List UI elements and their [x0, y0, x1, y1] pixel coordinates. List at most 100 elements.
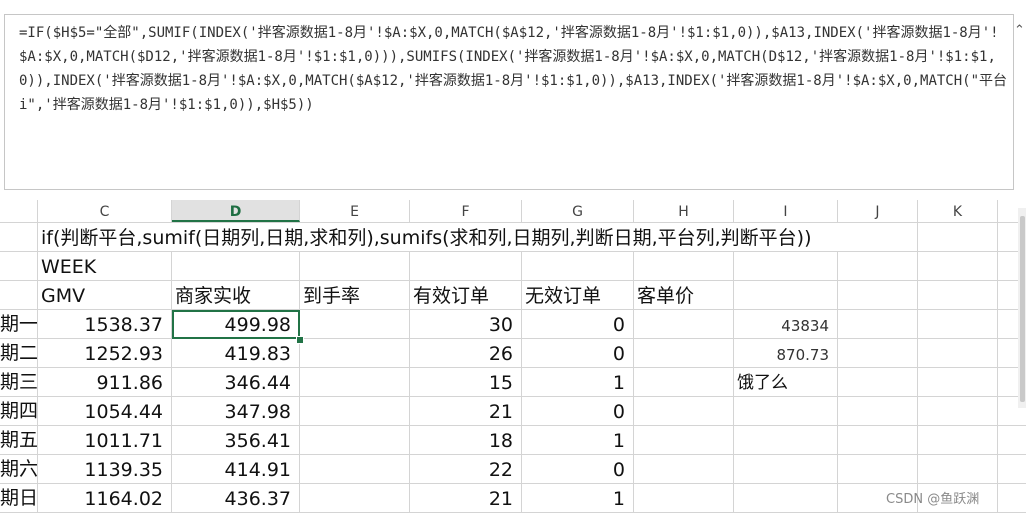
row-header-day[interactable]: 期三 [0, 368, 38, 397]
cell[interactable] [522, 252, 634, 281]
column-header-f[interactable]: F [410, 200, 522, 222]
row-header-day[interactable]: 期四 [0, 397, 38, 426]
net-rate-cell[interactable] [300, 455, 410, 484]
cell[interactable] [838, 281, 918, 310]
valid-orders-cell[interactable]: 30 [410, 310, 522, 339]
invalid-orders-cell[interactable]: 0 [522, 310, 634, 339]
column-header-i[interactable]: I [734, 200, 838, 222]
gmv-cell[interactable]: 1054.44 [38, 397, 172, 426]
column-header-j[interactable]: J [838, 200, 918, 222]
scrollbar-thumb[interactable] [1020, 216, 1025, 402]
cell[interactable] [836, 223, 918, 252]
header-valid-orders[interactable]: 有效订单 [410, 281, 522, 310]
cell[interactable] [838, 339, 918, 368]
valid-orders-cell[interactable]: 21 [410, 484, 522, 513]
i-cell[interactable]: 870.73 [734, 339, 838, 368]
column-header-d[interactable]: D [172, 200, 300, 222]
avg-order-cell[interactable] [634, 339, 734, 368]
valid-orders-cell[interactable]: 22 [410, 455, 522, 484]
net-rate-cell[interactable] [300, 484, 410, 513]
net-rate-cell[interactable] [300, 339, 410, 368]
column-header-h[interactable]: H [634, 200, 734, 222]
fill-handle[interactable] [296, 336, 304, 344]
header-merchant-net[interactable]: 商家实收 [172, 281, 300, 310]
net-rate-cell[interactable] [300, 310, 410, 339]
cell[interactable] [838, 397, 918, 426]
avg-order-cell[interactable] [634, 426, 734, 455]
cell[interactable] [734, 281, 838, 310]
i-cell[interactable] [734, 455, 838, 484]
cell[interactable] [410, 252, 522, 281]
i-cell[interactable] [734, 397, 838, 426]
gmv-cell[interactable]: 1252.93 [38, 339, 172, 368]
gmv-cell[interactable]: 911.86 [38, 368, 172, 397]
formula-text[interactable]: =IF($H$5="全部",SUMIF(INDEX('拌客源数据1-8月'!$A… [19, 21, 1009, 117]
note-cell[interactable]: if(判断平台,sumif(日期列,日期,求和列),sumifs(求和列,日期列… [38, 223, 812, 252]
i-cell[interactable]: 43834 [734, 310, 838, 339]
row-header[interactable] [0, 252, 38, 281]
cell[interactable] [918, 223, 998, 252]
merchant-net-cell[interactable]: 356.41 [172, 426, 300, 455]
merchant-net-cell-selected[interactable]: 499.98 [172, 310, 300, 339]
header-net-rate[interactable]: 到手率 [300, 281, 410, 310]
avg-order-cell[interactable] [634, 397, 734, 426]
valid-orders-cell[interactable]: 18 [410, 426, 522, 455]
invalid-orders-cell[interactable]: 1 [522, 484, 634, 513]
avg-order-cell[interactable] [634, 484, 734, 513]
cell[interactable] [918, 426, 998, 455]
row-header-day[interactable]: 期六 [0, 455, 38, 484]
invalid-orders-cell[interactable]: 1 [522, 426, 634, 455]
avg-order-cell[interactable] [634, 368, 734, 397]
gmv-cell[interactable]: 1538.37 [38, 310, 172, 339]
cell[interactable] [918, 455, 998, 484]
cell[interactable] [300, 252, 410, 281]
merchant-net-cell[interactable]: 346.44 [172, 368, 300, 397]
net-rate-cell[interactable] [300, 368, 410, 397]
invalid-orders-cell[interactable]: 0 [522, 397, 634, 426]
chevron-up-icon[interactable]: ⌃ [1014, 22, 1026, 40]
row-header-day[interactable]: 期日 [0, 484, 38, 513]
valid-orders-cell[interactable]: 26 [410, 339, 522, 368]
cell[interactable] [838, 252, 918, 281]
cell[interactable] [918, 339, 998, 368]
cell[interactable] [918, 252, 998, 281]
gmv-cell[interactable]: 1011.71 [38, 426, 172, 455]
i-cell[interactable] [734, 426, 838, 455]
cell[interactable] [918, 397, 998, 426]
avg-order-cell[interactable] [634, 455, 734, 484]
cell[interactable] [918, 368, 998, 397]
header-invalid-orders[interactable]: 无效订单 [522, 281, 634, 310]
valid-orders-cell[interactable]: 21 [410, 397, 522, 426]
gmv-cell[interactable]: 1164.02 [38, 484, 172, 513]
cell[interactable] [918, 281, 998, 310]
i-cell[interactable] [734, 484, 838, 513]
row-header[interactable] [0, 281, 38, 310]
cell[interactable] [838, 310, 918, 339]
net-rate-cell[interactable] [300, 397, 410, 426]
row-header-day[interactable]: 期五 [0, 426, 38, 455]
header-gmv[interactable]: GMV [38, 281, 172, 310]
header-avg-order[interactable]: 客单价 [634, 281, 734, 310]
cell[interactable] [918, 310, 998, 339]
cell[interactable] [734, 252, 838, 281]
corner-cell[interactable] [0, 200, 38, 222]
invalid-orders-cell[interactable]: 0 [522, 339, 634, 368]
cell[interactable] [838, 455, 918, 484]
gmv-cell[interactable]: 1139.35 [38, 455, 172, 484]
cell[interactable] [172, 252, 300, 281]
cell[interactable] [838, 426, 918, 455]
cell[interactable] [634, 252, 734, 281]
column-header-e[interactable]: E [300, 200, 410, 222]
week-label-cell[interactable]: WEEK [38, 252, 172, 281]
column-header-k[interactable]: K [918, 200, 998, 222]
merchant-net-cell[interactable]: 419.83 [172, 339, 300, 368]
row-header[interactable] [0, 223, 38, 252]
valid-orders-cell[interactable]: 15 [410, 368, 522, 397]
column-header-c[interactable]: C [38, 200, 172, 222]
avg-order-cell[interactable] [634, 310, 734, 339]
merchant-net-cell[interactable]: 436.37 [172, 484, 300, 513]
row-header-day[interactable]: 期二 [0, 339, 38, 368]
merchant-net-cell[interactable]: 347.98 [172, 397, 300, 426]
invalid-orders-cell[interactable]: 0 [522, 455, 634, 484]
invalid-orders-cell[interactable]: 1 [522, 368, 634, 397]
